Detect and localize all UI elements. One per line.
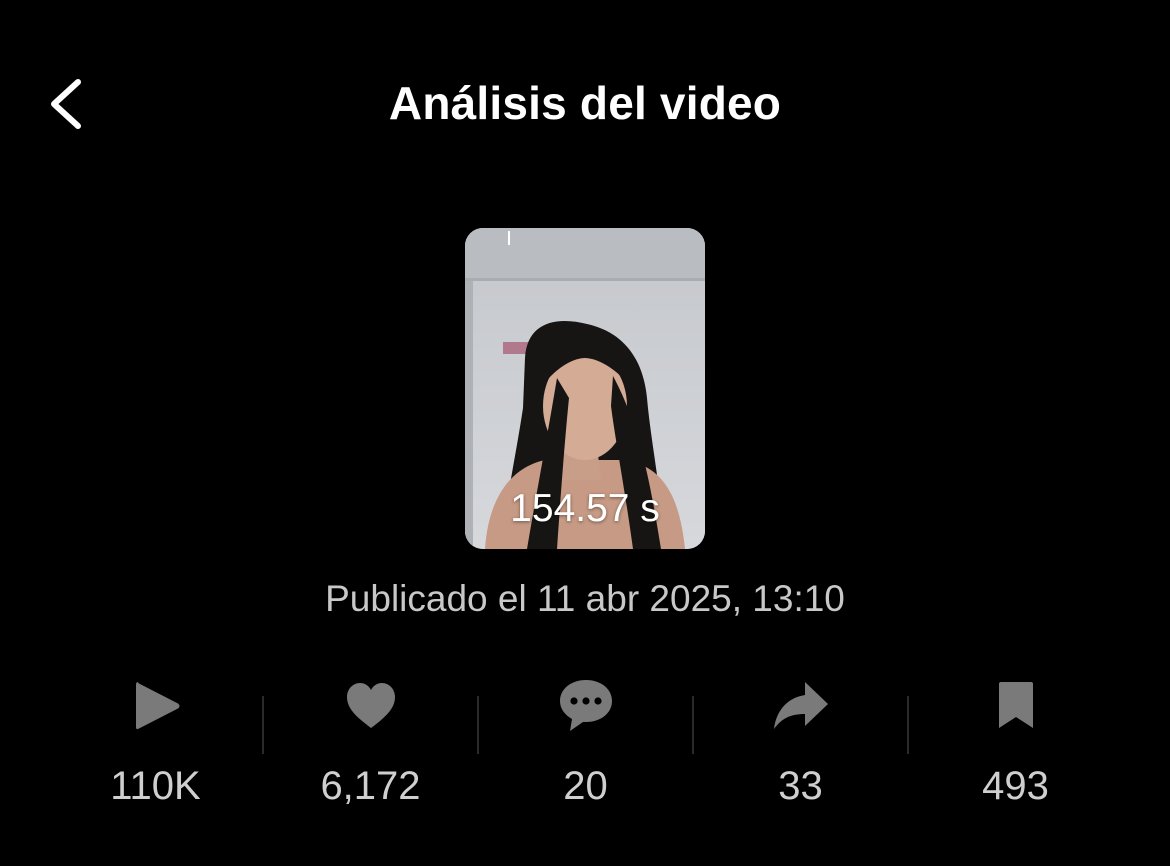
stat-views[interactable]: 110K [48,668,263,818]
stat-likes-value: 6,172 [320,764,421,808]
share-icon [771,676,831,736]
stat-divider [907,696,909,754]
stat-divider [262,696,264,754]
page-title: Análisis del video [388,77,782,129]
bookmark-icon [986,676,1046,736]
stat-likes[interactable]: 6,172 [262,668,478,818]
published-date: Publicado el 11 abr 2025, 13:10 [325,578,845,619]
play-icon [126,676,186,736]
stat-divider [692,696,694,754]
stat-comments-value: 20 [563,764,608,808]
stat-views-value: 110K [110,764,201,808]
video-thumbnail[interactable]: 154.57 s [465,228,705,549]
heart-icon [341,676,401,736]
comment-icon [556,676,616,736]
stat-divider [477,696,479,754]
stat-shares-value: 33 [778,764,823,808]
stat-shares[interactable]: 33 [692,668,908,818]
stat-saves-value: 493 [982,764,1049,808]
stat-comments[interactable]: 20 [477,668,693,818]
stat-saves[interactable]: 493 [907,668,1123,818]
video-duration: 154.57 s [510,487,660,530]
stats-bar: 110K 6,172 20 33 493 [48,668,1123,818]
